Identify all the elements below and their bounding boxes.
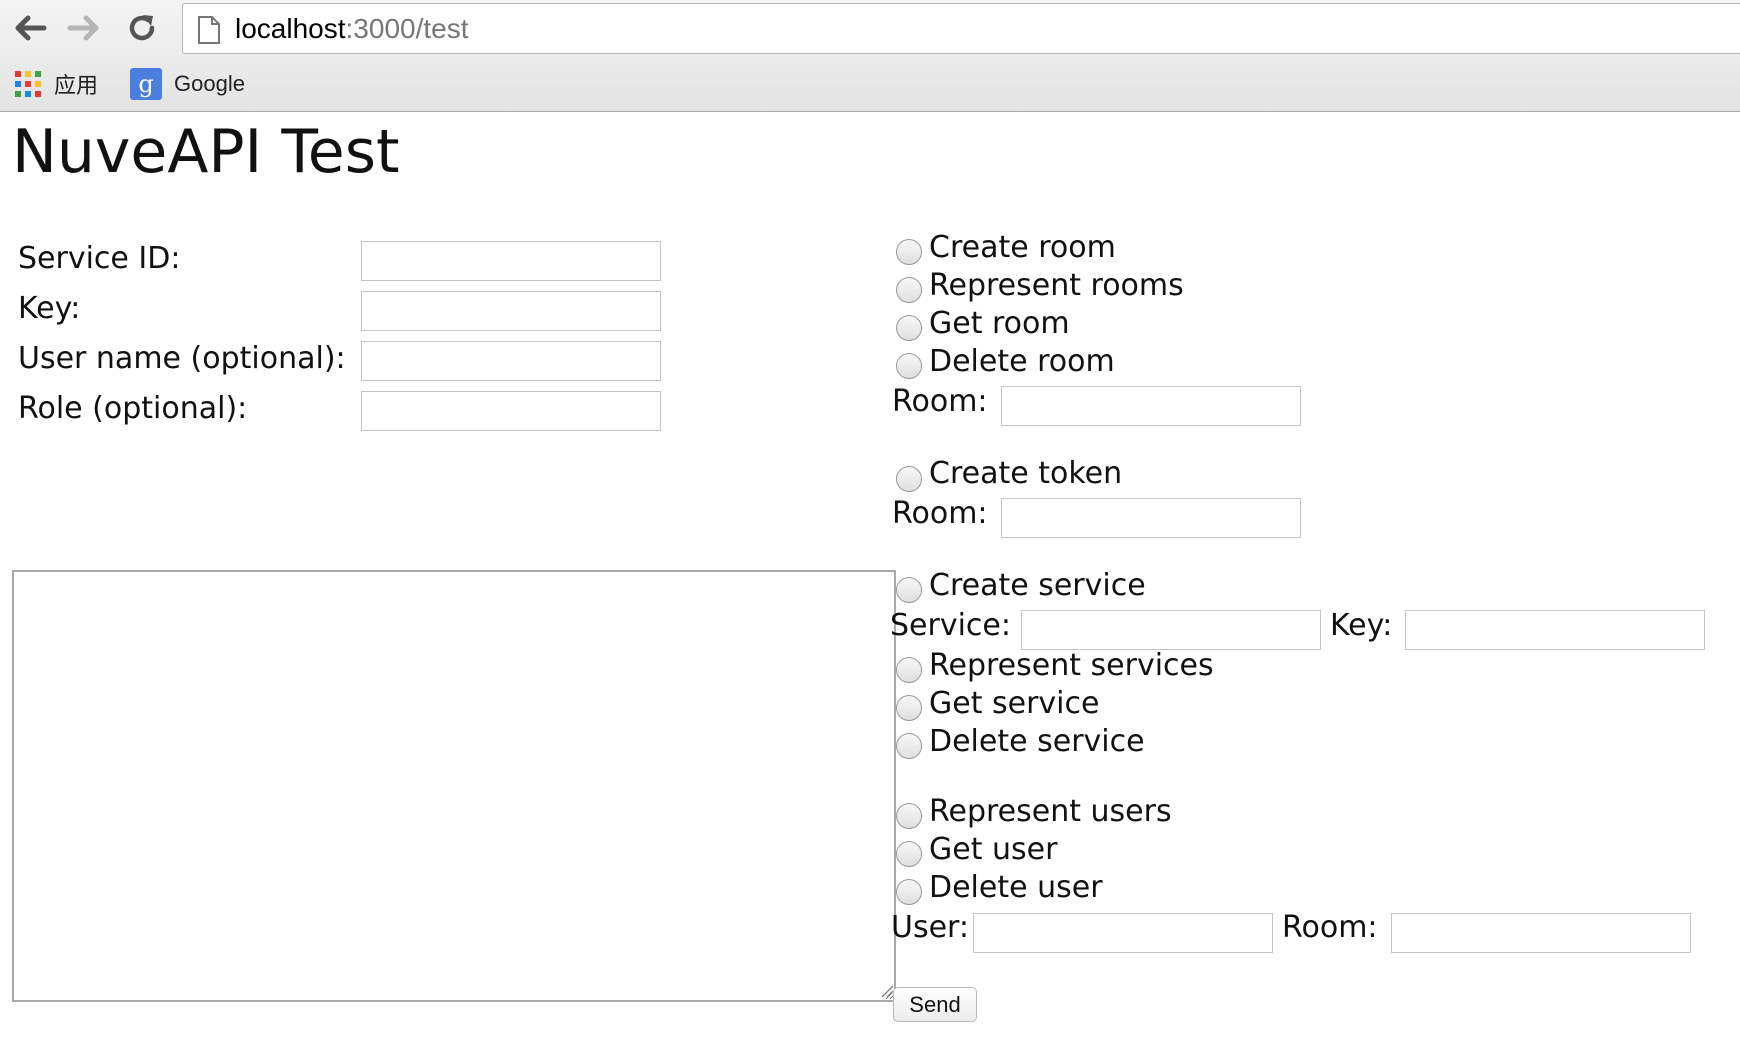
radio-represent-rooms[interactable]	[896, 277, 922, 303]
represent-rooms-label: Represent rooms	[929, 268, 1184, 303]
radio-create-service[interactable]	[896, 577, 922, 603]
bookmark-google[interactable]: g Google	[130, 66, 245, 102]
output-textarea[interactable]	[12, 570, 896, 1002]
radio-delete-room[interactable]	[896, 353, 922, 379]
represent-services-label: Represent services	[929, 648, 1214, 683]
radio-get-room[interactable]	[896, 315, 922, 341]
page-icon	[198, 16, 220, 44]
browser-toolbar: localhost:3000/test 应用 g Google	[0, 0, 1740, 112]
arrow-right-icon	[67, 15, 99, 41]
service-label: Service:	[890, 608, 1011, 643]
radio-delete-service[interactable]	[896, 733, 922, 759]
radio-create-room[interactable]	[896, 239, 922, 265]
back-button[interactable]	[8, 6, 52, 50]
url-path: :3000/test	[345, 13, 469, 44]
get-user-label: Get user	[929, 832, 1058, 867]
forward-button[interactable]	[62, 6, 106, 50]
service-id-input[interactable]	[361, 241, 661, 281]
delete-service-label: Delete service	[929, 724, 1145, 759]
key-input[interactable]	[361, 291, 661, 331]
bookmark-apps-label: 应用	[54, 73, 99, 98]
radio-get-user[interactable]	[896, 841, 922, 867]
google-g-icon: g	[130, 68, 162, 100]
role-input[interactable]	[361, 391, 661, 431]
page-title: NuveAPI Test	[12, 117, 400, 187]
radio-get-service[interactable]	[896, 695, 922, 721]
create-service-label: Create service	[929, 568, 1146, 603]
radio-delete-user[interactable]	[896, 879, 922, 905]
address-bar[interactable]: localhost:3000/test	[182, 3, 1740, 54]
resize-grip-icon[interactable]	[878, 982, 894, 998]
user-room-label: Room:	[1282, 910, 1378, 945]
radio-represent-users[interactable]	[896, 803, 922, 829]
get-service-label: Get service	[929, 686, 1100, 721]
represent-users-label: Represent users	[929, 794, 1172, 829]
delete-room-label: Delete room	[929, 344, 1115, 379]
user-input[interactable]	[973, 913, 1273, 953]
token-room-input[interactable]	[1001, 498, 1301, 538]
service-input[interactable]	[1021, 610, 1321, 650]
create-token-label: Create token	[929, 456, 1123, 491]
radio-create-token[interactable]	[896, 466, 922, 492]
url-host: localhost	[235, 13, 346, 44]
service-id-label: Service ID:	[18, 241, 181, 276]
reload-icon	[129, 15, 155, 41]
radio-represent-services[interactable]	[896, 657, 922, 683]
create-room-label: Create room	[929, 230, 1116, 265]
arrow-left-icon	[15, 15, 47, 41]
bookmark-apps[interactable]: 应用	[14, 66, 98, 102]
room-input[interactable]	[1001, 386, 1301, 426]
service-key-input[interactable]	[1405, 610, 1705, 650]
user-label: User:	[891, 910, 969, 945]
send-button[interactable]: Send	[893, 987, 977, 1022]
user-name-input[interactable]	[361, 341, 661, 381]
service-key-label: Key:	[1330, 608, 1393, 643]
get-room-label: Get room	[929, 306, 1070, 341]
user-room-input[interactable]	[1391, 913, 1691, 953]
room-label: Room:	[892, 384, 988, 419]
apps-grid-icon	[15, 71, 41, 97]
key-label: Key:	[18, 291, 81, 326]
role-label: Role (optional):	[18, 391, 248, 426]
bookmark-google-label: Google	[174, 71, 245, 96]
user-name-label: User name (optional):	[18, 341, 346, 376]
url-text: localhost:3000/test	[235, 13, 469, 45]
delete-user-label: Delete user	[929, 870, 1103, 905]
reload-button[interactable]	[120, 6, 164, 50]
token-room-label: Room:	[892, 496, 988, 531]
